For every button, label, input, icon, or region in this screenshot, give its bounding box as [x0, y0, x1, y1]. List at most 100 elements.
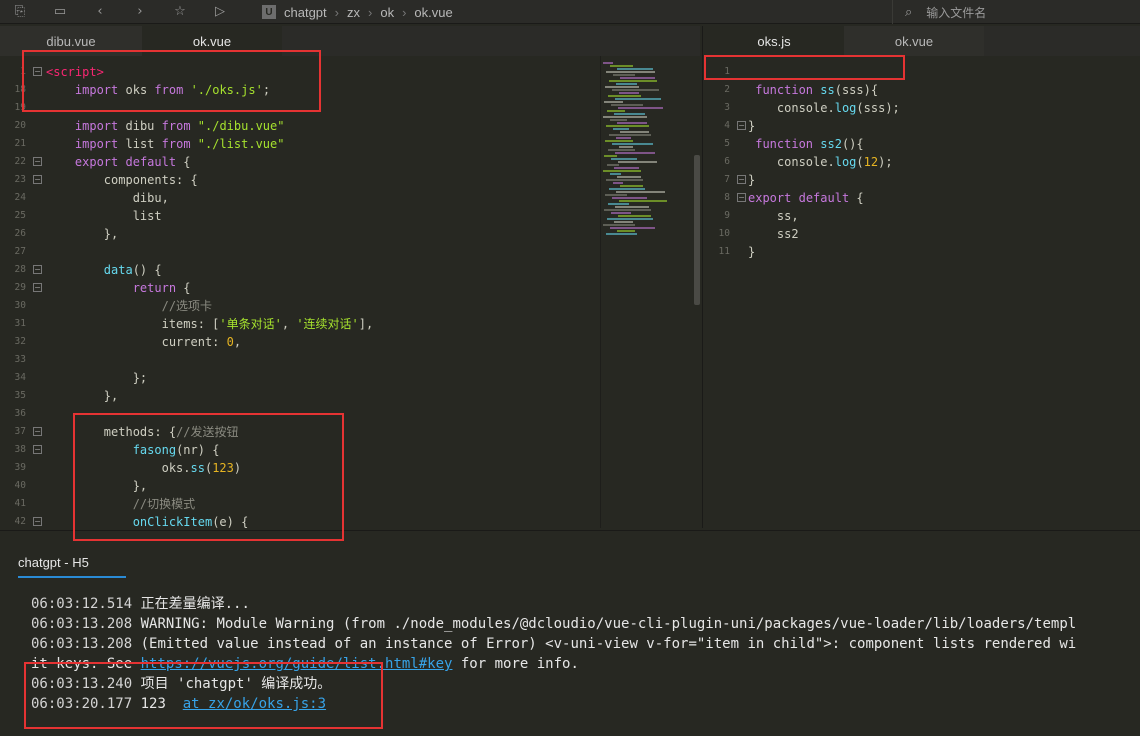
minimap-line	[618, 107, 663, 109]
minimap-line	[606, 71, 655, 73]
line-number: 39	[14, 462, 26, 473]
minimap-line	[606, 233, 637, 235]
code-line[interactable]: data() {	[46, 261, 162, 279]
code-line[interactable]: return {	[46, 279, 191, 297]
code-line[interactable]: };	[46, 369, 147, 387]
code-line[interactable]: console.log(12);	[748, 153, 893, 171]
code-line[interactable]: current: 0,	[46, 333, 242, 351]
minimap-line	[620, 77, 655, 79]
star-icon[interactable]: ☆	[160, 0, 200, 24]
code-line[interactable]: import list from "./list.vue"	[46, 135, 285, 153]
code-line[interactable]: export default {	[46, 153, 191, 171]
line-number: 36	[14, 408, 26, 419]
minimap-line	[619, 200, 667, 202]
line-number: 27	[14, 246, 26, 257]
fold-toggle-icon[interactable]: −	[737, 193, 746, 202]
code-line[interactable]: }	[748, 243, 755, 261]
minimap-line	[609, 188, 645, 190]
breadcrumb-item[interactable]: chatgpt	[284, 5, 327, 20]
minimap-line	[616, 191, 665, 193]
fold-toggle-icon[interactable]: −	[33, 427, 42, 436]
minimap-line	[612, 197, 647, 199]
minimap-line	[610, 173, 621, 175]
code-line[interactable]: list	[46, 207, 162, 225]
minimap-line	[610, 119, 627, 121]
back-icon[interactable]: ‹	[80, 0, 120, 24]
run-icon[interactable]: ▷	[200, 0, 240, 24]
right-editor[interactable]: 12 function ss(sss){3 console.log(sss); 4…	[704, 56, 1140, 528]
minimap-line	[609, 80, 657, 82]
line-number: 22	[14, 156, 26, 167]
code-line[interactable]: }	[748, 117, 755, 135]
breadcrumb-item[interactable]: ok	[380, 5, 394, 20]
minimap-line	[606, 125, 649, 127]
code-line[interactable]: components: {	[46, 171, 198, 189]
highlight-box	[73, 413, 344, 541]
minimap-line	[603, 224, 635, 226]
minimap-line	[618, 161, 657, 163]
fold-toggle-icon[interactable]: −	[33, 265, 42, 274]
minimap-line	[614, 221, 633, 223]
code-line[interactable]: }	[748, 171, 755, 189]
code-line[interactable]: console.log(sss);	[748, 99, 900, 117]
console-text: WARNING: Module Warning (from ./node_mod…	[132, 616, 1077, 632]
right-tab-bar: oks.js ok.vue	[704, 26, 1140, 56]
minimap-line	[615, 206, 649, 208]
code-line[interactable]: },	[46, 225, 118, 243]
code-line[interactable]: items: ['单条对话', '连续对话'],	[46, 315, 374, 333]
breadcrumb: U chatgpt › zx › ok › ok.vue	[262, 0, 453, 24]
code-line[interactable]: function ss(sss){	[748, 81, 878, 99]
code-line[interactable]: dibu,	[46, 189, 169, 207]
minimap-line	[608, 203, 629, 205]
minimap-line	[617, 230, 635, 232]
minimap-line	[611, 158, 637, 160]
fold-toggle-icon[interactable]: −	[33, 517, 42, 526]
line-number: 32	[14, 336, 26, 347]
minimap-line	[614, 113, 645, 115]
fold-toggle-icon[interactable]: −	[33, 157, 42, 166]
breadcrumb-separator-icon: ›	[334, 4, 339, 20]
fold-toggle-icon[interactable]: −	[33, 175, 42, 184]
line-number: 4	[724, 120, 730, 131]
console-timestamp: 06:03:12.514	[31, 596, 133, 612]
vertical-scrollbar[interactable]	[694, 155, 700, 305]
tab-oks-js[interactable]: oks.js	[704, 26, 844, 56]
minimap-line	[615, 98, 661, 100]
fold-toggle-icon[interactable]: −	[33, 445, 42, 454]
code-line[interactable]: import dibu from "./dibu.vue"	[46, 117, 285, 135]
fold-toggle-icon[interactable]: −	[737, 121, 746, 130]
line-number: 24	[14, 192, 26, 203]
line-number: 6	[724, 156, 730, 167]
highlight-box	[24, 662, 383, 729]
line-number: 41	[14, 498, 26, 509]
minimap-line	[617, 68, 653, 70]
code-line[interactable]: //选项卡	[46, 297, 212, 315]
fold-toggle-icon[interactable]: −	[33, 283, 42, 292]
breadcrumb-item[interactable]: zx	[347, 5, 360, 20]
breadcrumb-item[interactable]: ok.vue	[414, 5, 452, 20]
minimap-line	[611, 104, 643, 106]
console-tab[interactable]: chatgpt - H5	[18, 555, 126, 578]
minimap-line	[608, 149, 635, 151]
file-search-placeholder: 输入文件名	[926, 5, 987, 20]
line-number: 40	[14, 480, 26, 491]
code-line[interactable]: function ss2(){	[748, 135, 863, 153]
line-number: 23	[14, 174, 26, 185]
forward-icon[interactable]: ›	[120, 0, 160, 24]
code-line[interactable]: export default {	[748, 189, 864, 207]
minimap-line	[605, 140, 633, 142]
code-line[interactable]: ss,	[748, 207, 799, 225]
highlight-box	[22, 50, 321, 112]
code-line[interactable]: ss2	[748, 225, 799, 243]
minimap[interactable]	[600, 56, 694, 528]
line-number: 28	[14, 264, 26, 275]
fold-toggle-icon[interactable]: −	[737, 175, 746, 184]
new-file-icon[interactable]: ⎘	[0, 0, 40, 24]
tab-ok-vue-right[interactable]: ok.vue	[844, 26, 984, 56]
code-line[interactable]: },	[46, 387, 118, 405]
minimap-line	[617, 176, 641, 178]
minimap-line	[607, 110, 625, 112]
save-icon[interactable]: ▭	[40, 0, 80, 24]
line-number: 8	[724, 192, 730, 203]
file-search-input[interactable]: ⌕ 输入文件名	[892, 0, 1140, 24]
